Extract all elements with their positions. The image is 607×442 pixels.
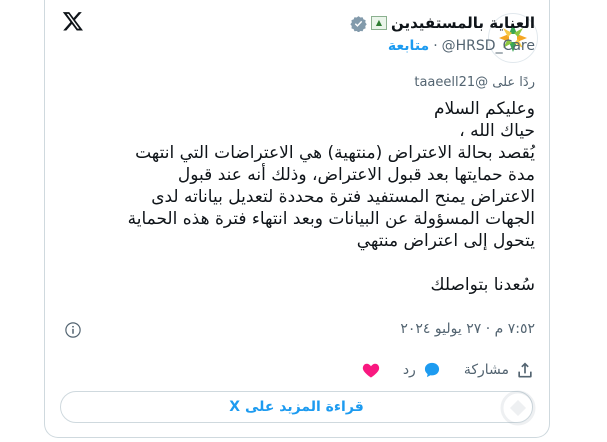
reply-prefix: ردًا على bbox=[492, 75, 535, 90]
reply-label: رد bbox=[402, 362, 416, 378]
handle-row: @HRSD_Care · متابعة bbox=[388, 38, 535, 54]
like-button[interactable] bbox=[355, 360, 381, 380]
display-name[interactable]: العناية بالمستفيدين bbox=[391, 14, 535, 32]
share-button[interactable]: مشاركة bbox=[464, 360, 535, 380]
action-bar: مشاركة رد bbox=[355, 360, 535, 380]
x-logo-icon[interactable] bbox=[62, 10, 84, 32]
reply-bubble-icon bbox=[424, 362, 439, 378]
info-icon[interactable] bbox=[64, 321, 82, 339]
tweet-timestamp[interactable]: ٧:٥٢ م · ٢٧ يوليو ٢٠٢٤ bbox=[400, 321, 535, 337]
follow-button[interactable]: متابعة bbox=[388, 38, 429, 54]
separator-dot: · bbox=[433, 38, 438, 54]
share-icon bbox=[518, 362, 532, 378]
reply-mention[interactable]: @taaeell21 bbox=[414, 75, 488, 90]
reply-context: ردًا على @taaeell21 bbox=[414, 75, 535, 90]
read-more-button[interactable]: قراءة المزيد على X bbox=[60, 391, 533, 423]
account-handle[interactable]: @HRSD_Care bbox=[442, 38, 535, 54]
flag-icon: ▲ bbox=[370, 16, 387, 30]
reply-button[interactable]: رد bbox=[403, 360, 442, 380]
account-name-row[interactable]: العناية بالمستفيدين ▲ bbox=[350, 14, 535, 32]
verified-badge-icon bbox=[350, 15, 367, 32]
watermark-icon bbox=[500, 390, 536, 426]
heart-icon bbox=[362, 363, 379, 378]
share-label: مشاركة bbox=[463, 362, 509, 378]
tweet-text: وعليكم السلام حياك الله ، يُقصد بحالة ال… bbox=[127, 99, 535, 295]
